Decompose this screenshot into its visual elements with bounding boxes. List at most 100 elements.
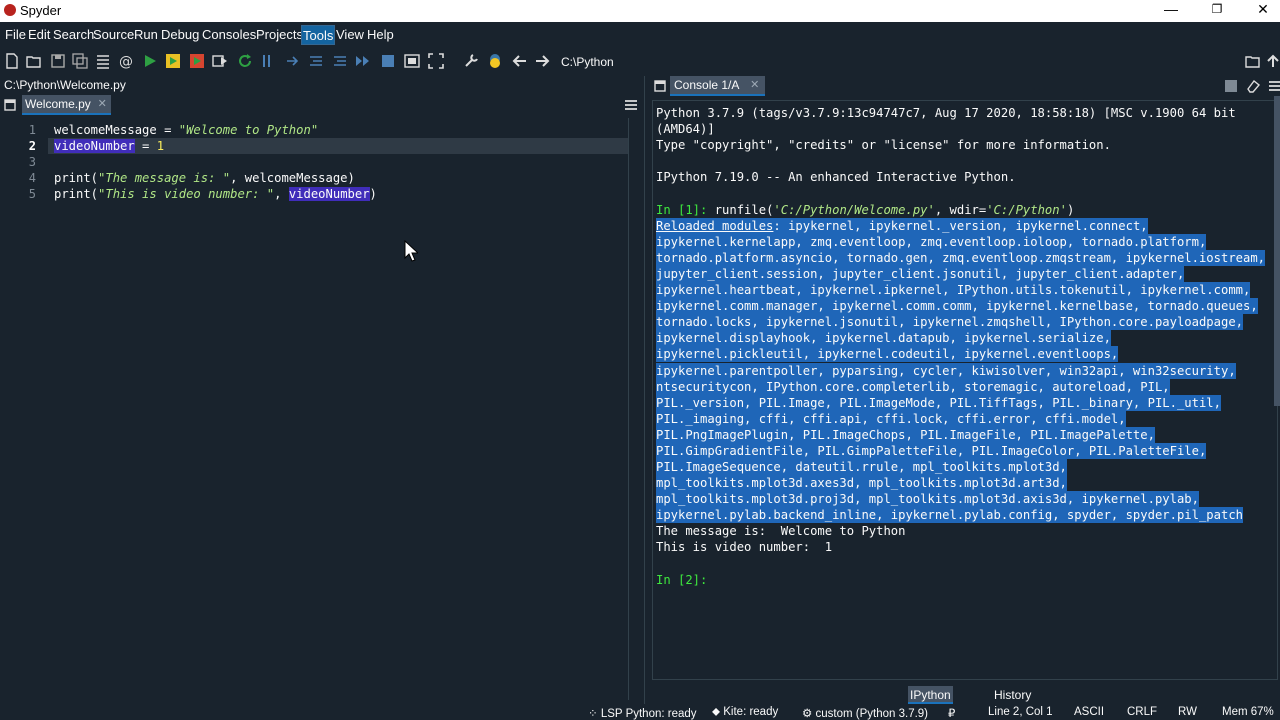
code-editor[interactable]: 1 2 3 4 5 welcomeMessage = "Welcome to P… (0, 118, 644, 700)
console-line: Python 3.7.9 (tags/v3.7.9:13c94747c7, Au… (656, 106, 1236, 120)
menu-edit[interactable]: Edit (27, 27, 51, 42)
status-bar: ⁘ LSP Python: ready ⬥ Kite: ready ⚙ cust… (0, 704, 1280, 720)
file-encoding: ASCII (1074, 706, 1105, 718)
line-number: 3 (28, 155, 36, 169)
console-output-line: jupyter_client.session, jupyter_client.j… (656, 266, 1185, 282)
menu-tools[interactable]: Tools (301, 25, 336, 45)
step-into-icon[interactable] (308, 53, 324, 69)
close-console-icon[interactable]: ✕ (750, 78, 759, 91)
console-output-line: PIL._version, PIL.Image, PIL.ImageMode, … (656, 395, 1221, 411)
env-status[interactable]: ⚙ custom (Python 3.7.9) (802, 706, 928, 720)
console-output-line: PIL.GimpGradientFile, PIL.GimpPaletteFil… (656, 443, 1207, 459)
svg-text:@: @ (119, 54, 133, 69)
console-output-line: mpl_toolkits.mplot3d.axes3d, mpl_toolkit… (656, 475, 1067, 491)
tab-ipython-console[interactable]: IPython console (908, 686, 954, 716)
console-output-line: ipykernel.kernelapp, zmq.eventloop, zmq.… (656, 234, 1207, 250)
menu-consoles[interactable]: Consoles (201, 27, 257, 42)
console-scrollbar[interactable] (1274, 96, 1280, 406)
code-token: videoNumber (54, 139, 135, 153)
run-selection-icon[interactable] (212, 53, 228, 69)
menu-search[interactable]: Search (52, 27, 95, 42)
continue-icon[interactable] (355, 53, 371, 69)
close-tab-icon[interactable]: ✕ (98, 97, 107, 110)
eraser-icon[interactable] (1246, 79, 1260, 93)
working-directory-input[interactable]: C:\Python (556, 52, 1236, 72)
maximize-pane-icon[interactable] (404, 53, 420, 69)
step-icon[interactable] (285, 53, 301, 69)
back-arrow-icon[interactable] (512, 53, 528, 69)
open-file-icon[interactable] (26, 53, 42, 69)
rerun-icon[interactable] (237, 53, 253, 69)
line-number: 4 (28, 171, 36, 185)
editor-tab-bar: Welcome.py ✕ (0, 94, 644, 116)
file-list-icon[interactable] (95, 53, 111, 69)
eol-mode: CRLF (1127, 706, 1158, 718)
stop-kernel-icon[interactable] (1224, 79, 1238, 93)
code-token: print( (54, 187, 99, 201)
fullscreen-icon[interactable] (428, 53, 444, 69)
restore-button[interactable]: ❐ (1194, 0, 1240, 22)
console-output-line: PIL.ImageSequence, dateutil.rrule, mpl_t… (656, 459, 1067, 475)
tab-label: Welcome.py (25, 97, 91, 111)
mouse-cursor-icon (404, 240, 418, 262)
forward-arrow-icon[interactable] (534, 53, 550, 69)
save-icon[interactable] (50, 53, 66, 69)
tab-welcome-py[interactable]: Welcome.py ✕ (22, 95, 111, 115)
code-token: "The message is: " (98, 171, 231, 185)
stop-debug-icon[interactable] (380, 53, 396, 69)
menu-debug[interactable]: Debug (160, 27, 200, 42)
code-token: 'C:/Python/Welcome.py' (773, 203, 935, 217)
run-cell-advance-icon[interactable] (189, 53, 205, 69)
memory-usage: Mem 67% (1222, 706, 1274, 718)
console-tab-label: Console 1/A (674, 78, 740, 92)
save-all-icon[interactable] (72, 53, 88, 69)
spyder-logo-icon (4, 4, 16, 16)
console-tab-bar: Console 1/A ✕ (650, 76, 1280, 96)
pane-splitter[interactable] (644, 76, 650, 704)
menu-source[interactable]: Source (92, 27, 135, 42)
menu-help[interactable]: Help (366, 27, 395, 42)
at-icon[interactable]: @ (118, 53, 134, 69)
menu-view[interactable]: View (335, 27, 365, 42)
code-token: = (156, 123, 179, 137)
run-icon[interactable] (142, 53, 158, 69)
line-number: 5 (28, 187, 36, 201)
console-options-icon[interactable] (1268, 79, 1280, 93)
input-prompt[interactable]: In [2]: (656, 572, 707, 588)
code-token: "This is video number: " (98, 187, 275, 201)
console-output-line: Reloaded modules: ipykernel, ipykernel._… (656, 218, 1148, 234)
code-token: ) (369, 187, 377, 201)
code-token: , welcomeMessage) (230, 171, 355, 185)
python-path-icon[interactable] (487, 53, 503, 69)
run-cell-icon[interactable] (165, 53, 181, 69)
console-output-line: mpl_toolkits.mplot3d.proj3d, mpl_toolkit… (656, 491, 1199, 507)
menu-run[interactable]: Run (133, 27, 159, 42)
options-menu-icon[interactable] (624, 98, 638, 112)
browse-tabs-icon[interactable] (4, 99, 16, 111)
console-input-line: In [1]: runfile('C:/Python/Welcome.py', … (656, 202, 1074, 218)
minimize-button[interactable]: — (1148, 0, 1194, 22)
close-window-button[interactable]: ✕ (1240, 0, 1280, 22)
console-text: : ipykernel, ipykernel._version, ipykern… (773, 219, 1148, 233)
new-file-icon[interactable] (4, 53, 20, 69)
ipython-console[interactable]: Python 3.7.9 (tags/v3.7.9:13c94747c7, Au… (652, 100, 1278, 680)
code-line: print("This is video number: ", videoNum… (54, 186, 377, 202)
parent-dir-icon[interactable] (1266, 53, 1280, 69)
kite-status: ⬥ Kite: ready (712, 706, 778, 719)
menu-projects[interactable]: Projects (255, 27, 304, 42)
tab-console-1a[interactable]: Console 1/A ✕ (670, 76, 766, 96)
step-return-icon[interactable] (332, 53, 348, 69)
tab-history[interactable]: History (992, 686, 1033, 704)
menu-file[interactable]: File (4, 27, 27, 42)
code-line: print("The message is: ", welcomeMessage… (54, 170, 355, 186)
code-line: videoNumber = 1 (54, 138, 164, 154)
browse-consoles-icon[interactable] (654, 80, 666, 92)
console-output-line: tornado.locks, ipykernel.jsonutil, ipyke… (656, 314, 1243, 330)
kite-status-text: Kite: ready (723, 706, 779, 718)
browse-folder-icon[interactable] (1245, 53, 1261, 69)
debug-icon[interactable] (260, 53, 276, 69)
code-token: 'C:/Python' (986, 203, 1067, 217)
editor-scroll-flags[interactable] (628, 118, 642, 700)
preferences-wrench-icon[interactable] (463, 53, 479, 69)
code-token: welcomeMessage (54, 123, 157, 137)
